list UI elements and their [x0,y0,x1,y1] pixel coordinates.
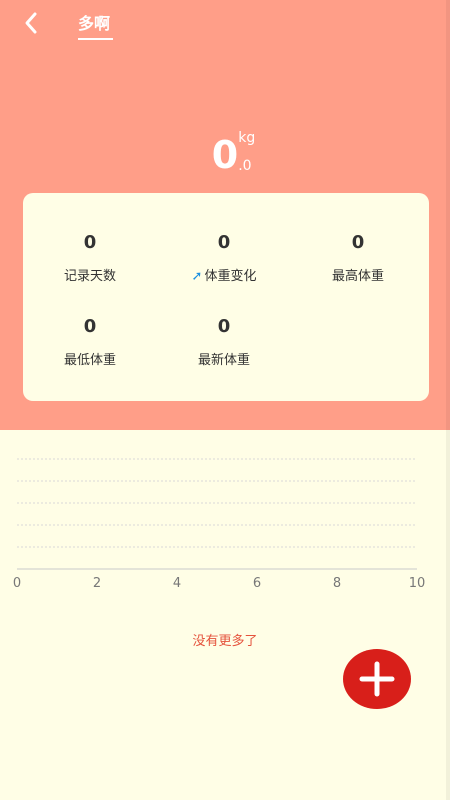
weight-chart: 0 2 4 6 8 10 [13,458,426,591]
stat-value: 0 [217,316,231,337]
stat-max-weight: 0 最高体重 [291,231,425,284]
stats-card: 0 记录天数 0 ➚ 体重变化 0 最高体重 0 最低体重 0 最新体重 [23,193,429,401]
scroll-edge [446,0,450,800]
stat-label: 最低体重 [63,353,116,368]
x-tick-label: 2 [93,576,101,591]
current-weight: 0 kg .0 [0,130,450,180]
arrow-up-icon: ➚ [191,269,203,284]
tab-underline [78,38,113,40]
stat-value: 0 [83,232,97,253]
stat-label: 体重变化 [204,269,257,284]
stat-min-weight: 0 最低体重 [23,315,157,368]
stat-label: 记录天数 [63,269,116,284]
x-tick-label: 0 [13,576,21,591]
x-tick-label: 10 [409,576,426,591]
weight-unit: kg [238,130,256,146]
add-record-button[interactable] [343,649,411,709]
no-more-text: 没有更多了 [192,634,258,649]
weight-integer: 0 [211,133,239,177]
weight-decimal: .0 [238,158,252,174]
tab-title[interactable]: 多啊 [78,10,110,34]
stat-label: 最新体重 [197,353,250,368]
stat-value: 0 [83,316,97,337]
stat-weight-change: 0 ➚ 体重变化 [157,231,291,284]
x-tick-label: 8 [333,576,341,591]
stat-value: 0 [351,232,365,253]
plus-icon [359,661,395,697]
header-area: 多啊 0 kg .0 0 记录天数 0 ➚ 体重变化 0 最高体重 0 最低体重 … [0,0,450,430]
back-button[interactable] [16,8,46,38]
chevron-left-icon [25,12,37,34]
stat-latest-weight: 0 最新体重 [157,315,291,368]
stat-record-days: 0 记录天数 [23,231,157,284]
stat-label: 最高体重 [331,269,384,284]
stat-value: 0 [217,232,231,253]
x-tick-label: 4 [173,576,181,591]
x-tick-label: 6 [253,576,261,591]
